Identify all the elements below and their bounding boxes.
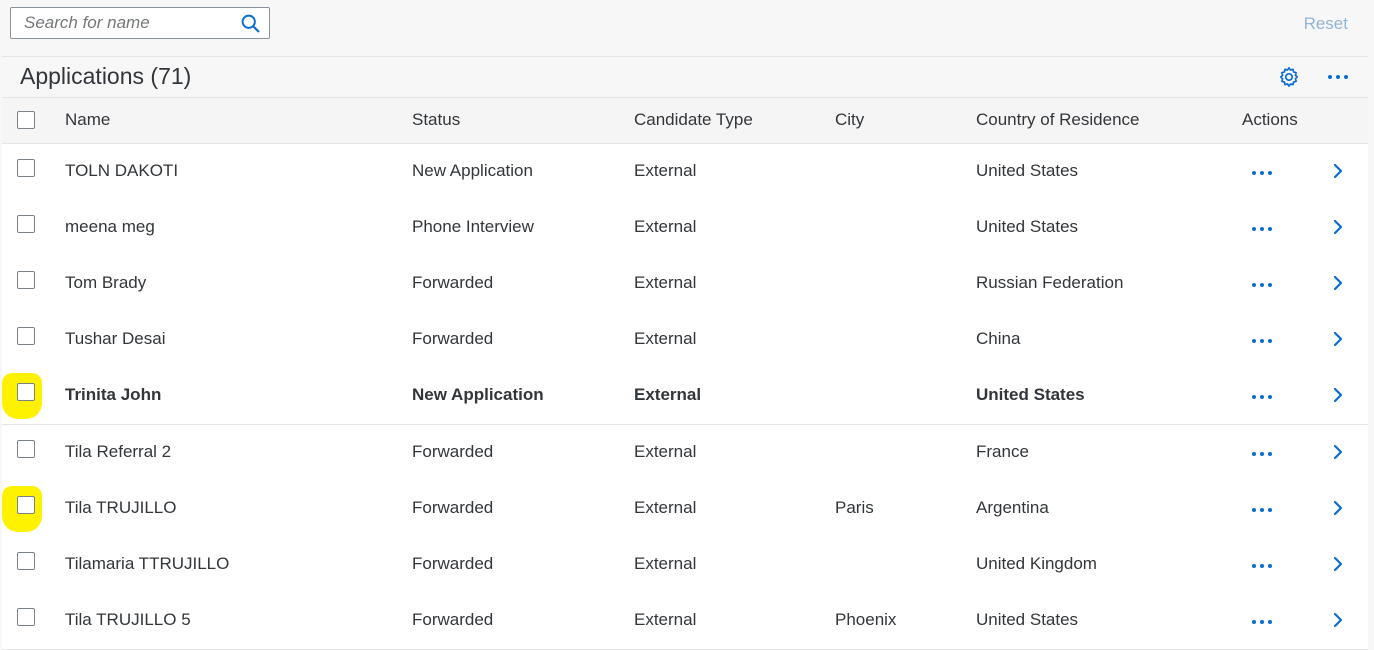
- chevron-right-icon[interactable]: [1332, 555, 1344, 573]
- gear-icon[interactable]: [1278, 66, 1300, 88]
- cell-name: Trinita John: [65, 385, 162, 404]
- column-header-city[interactable]: City: [835, 110, 864, 130]
- row-checkbox[interactable]: [17, 496, 35, 514]
- row-checkbox[interactable]: [17, 327, 35, 345]
- table-row[interactable]: Tom Brady Forwarded External Russian Federa…: [2, 256, 1368, 313]
- row-actions-more-icon[interactable]: [1252, 452, 1272, 456]
- chevron-right-icon[interactable]: [1332, 330, 1344, 348]
- cell-status: Forwarded: [412, 442, 494, 461]
- chevron-right-icon[interactable]: [1332, 499, 1344, 517]
- row-checkbox[interactable]: [17, 159, 35, 177]
- column-header-name[interactable]: Name: [65, 110, 110, 130]
- table-header: Name Status Candidate Type City Country …: [2, 98, 1368, 144]
- more-icon[interactable]: [1328, 75, 1348, 79]
- cell-candidate-type: External: [634, 329, 697, 348]
- search-input[interactable]: [11, 8, 244, 38]
- row-actions-more-icon[interactable]: [1252, 227, 1272, 231]
- row-checkbox[interactable]: [17, 608, 35, 626]
- chevron-right-icon[interactable]: [1332, 386, 1344, 404]
- search-field[interactable]: [10, 7, 270, 39]
- row-checkbox[interactable]: [17, 271, 35, 289]
- reset-button[interactable]: Reset: [1304, 14, 1348, 34]
- cell-name: Tila Referral 2: [65, 442, 172, 461]
- cell-status: New Application: [412, 161, 533, 180]
- cell-candidate-type: External: [634, 498, 697, 517]
- cell-status: New Application: [412, 385, 544, 404]
- cell-status: Forwarded: [412, 329, 494, 348]
- row-checkbox[interactable]: [17, 215, 35, 233]
- cell-name: Tushar Desai: [65, 329, 166, 348]
- row-actions-more-icon[interactable]: [1252, 339, 1272, 343]
- row-checkbox[interactable]: [17, 440, 35, 458]
- cell-candidate-type: External: [634, 217, 697, 236]
- cell-candidate-type: External: [634, 273, 697, 292]
- cell-status: Forwarded: [412, 610, 494, 629]
- column-header-status[interactable]: Status: [412, 110, 460, 130]
- cell-city: Phoenix: [835, 610, 897, 629]
- row-actions-more-icon[interactable]: [1252, 171, 1272, 175]
- table-title: Applications (71): [20, 63, 192, 89]
- chevron-right-icon[interactable]: [1332, 162, 1344, 180]
- chevron-right-icon[interactable]: [1332, 274, 1344, 292]
- column-header-country[interactable]: Country of Residence: [976, 110, 1139, 130]
- cell-country: United States: [976, 385, 1085, 404]
- table-row[interactable]: Tila TRUJILLO Forwarded External Paris Argen…: [2, 481, 1368, 538]
- chevron-right-icon[interactable]: [1332, 443, 1344, 461]
- select-all-checkbox[interactable]: [17, 111, 35, 129]
- cell-country: United States: [976, 610, 1079, 629]
- cell-name: Tila TRUJILLO: [65, 498, 177, 517]
- row-actions-more-icon[interactable]: [1252, 564, 1272, 568]
- cell-country: United States: [976, 217, 1079, 236]
- row-checkbox[interactable]: [17, 552, 35, 570]
- cell-name: meena meg: [65, 217, 155, 236]
- cell-candidate-type: External: [634, 385, 702, 404]
- cell-status: Forwarded: [412, 554, 494, 573]
- column-header-actions: Actions: [1242, 110, 1298, 129]
- cell-name: TOLN DAKOTI: [65, 161, 179, 180]
- cell-name: Tilamaria TTRUJILLO: [65, 554, 230, 573]
- cell-city: Paris: [835, 498, 874, 517]
- cell-country: Russian Federation: [976, 273, 1124, 292]
- table-row[interactable]: Tilamaria TTRUJILLO Forwarded External Unit…: [2, 537, 1368, 594]
- cell-candidate-type: External: [634, 161, 697, 180]
- cell-country: United States: [976, 161, 1079, 180]
- applications-table: Applications (71) Name Status Candidate …: [2, 56, 1368, 650]
- chevron-right-icon[interactable]: [1332, 218, 1344, 236]
- row-actions-more-icon[interactable]: [1252, 283, 1272, 287]
- cell-country: Argentina: [976, 498, 1049, 517]
- cell-country: China: [976, 329, 1021, 348]
- cell-status: Phone Interview: [412, 217, 534, 236]
- column-header-candidate-type[interactable]: Candidate Type: [634, 110, 753, 130]
- row-actions-more-icon[interactable]: [1252, 508, 1272, 512]
- table-row[interactable]: Tushar Desai Forwarded External China: [2, 312, 1368, 369]
- cell-candidate-type: External: [634, 554, 697, 573]
- cell-name: Tila TRUJILLO 5: [65, 610, 191, 629]
- table-row[interactable]: meena meg Phone Interview External United S…: [2, 200, 1368, 257]
- cell-country: France: [976, 442, 1029, 461]
- table-toolbar: Applications (71): [2, 57, 1368, 98]
- row-actions-more-icon[interactable]: [1252, 395, 1272, 399]
- table-row[interactable]: TOLN DAKOTI New Application External United…: [2, 144, 1368, 201]
- cell-status: Forwarded: [412, 273, 494, 292]
- cell-name: Tom Brady: [65, 273, 147, 292]
- filter-bar: Reset: [0, 0, 1374, 52]
- row-actions-more-icon[interactable]: [1252, 620, 1272, 624]
- cell-status: Forwarded: [412, 498, 494, 517]
- table-row[interactable]: Tila Referral 2 Forwarded External France: [2, 425, 1368, 482]
- cell-candidate-type: External: [634, 442, 697, 461]
- table-row[interactable]: Trinita John New Application External Unite…: [2, 368, 1368, 425]
- table-row[interactable]: Tila TRUJILLO 5 Forwarded External Phoenix U…: [2, 593, 1368, 650]
- cell-country: United Kingdom: [976, 554, 1097, 573]
- chevron-right-icon[interactable]: [1332, 611, 1344, 629]
- cell-candidate-type: External: [634, 610, 697, 629]
- search-icon[interactable]: [240, 13, 261, 34]
- row-checkbox[interactable]: [17, 383, 35, 401]
